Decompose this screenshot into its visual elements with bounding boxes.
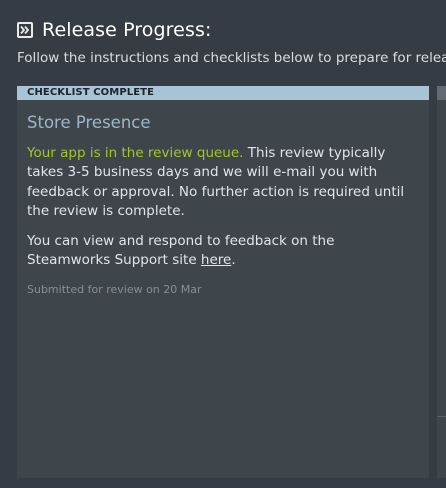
page-header: Release Progress: Follow the instruction… <box>0 0 446 76</box>
next-card-divider <box>437 416 446 417</box>
page-title: Release Progress: <box>42 19 212 41</box>
next-card-banner <box>437 86 446 100</box>
checklist-status-banner: CHECKLIST COMPLETE <box>17 86 429 100</box>
review-status-paragraph: Your app is in the review queue. This re… <box>27 144 407 222</box>
support-site-link[interactable]: here <box>201 252 231 268</box>
header-row: Release Progress: <box>17 17 211 43</box>
double-chevron-right-icon <box>17 22 33 38</box>
feedback-text: You can view and respond to feedback on … <box>27 232 335 269</box>
page-subtitle: Follow the instructions and checklists b… <box>17 50 446 66</box>
checklist-card-body: Your app is in the review queue. This re… <box>27 144 407 300</box>
review-queue-status: Your app is in the review queue. <box>27 145 244 161</box>
feedback-paragraph: You can view and respond to feedback on … <box>27 232 407 271</box>
checklist-card-title: Store Presence <box>27 113 151 132</box>
checklist-card-store-presence: CHECKLIST COMPLETE Store Presence Your a… <box>17 86 429 478</box>
next-checklist-card-edge <box>437 86 446 478</box>
submitted-date: Submitted for review on 20 Mar <box>27 283 202 297</box>
feedback-end: . <box>231 252 236 269</box>
